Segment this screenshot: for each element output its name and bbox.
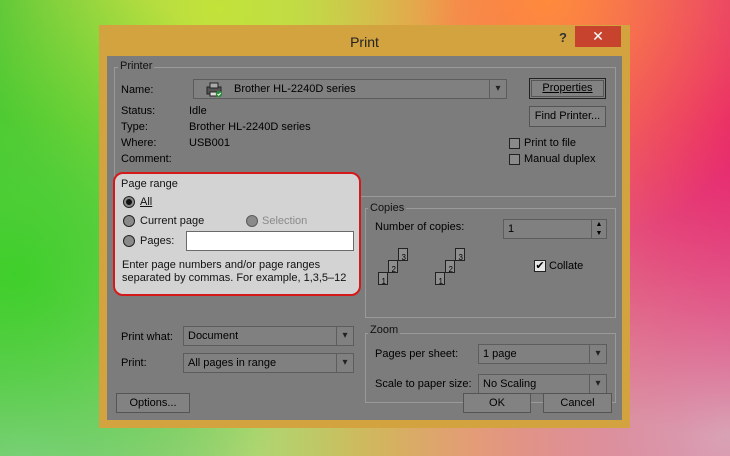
status-label: Status: bbox=[121, 105, 156, 117]
chevron-down-icon[interactable]: ▾ bbox=[589, 345, 606, 363]
collate-stack-icon: 3 2 1 bbox=[378, 248, 418, 304]
pages-per-sheet-value: 1 page bbox=[483, 348, 517, 360]
page-3-icon: 3 bbox=[398, 248, 408, 262]
close-button[interactable]: ✕ bbox=[575, 26, 621, 47]
page-1-icon: 1 bbox=[435, 272, 445, 286]
chevron-down-icon[interactable]: ▾ bbox=[489, 80, 506, 98]
radio-all[interactable] bbox=[123, 196, 135, 208]
collate-label[interactable]: Collate bbox=[549, 260, 583, 272]
pages-per-sheet-select[interactable]: 1 page ▾ bbox=[478, 344, 607, 364]
options-button[interactable]: Options... bbox=[116, 393, 190, 413]
page-3-icon: 3 bbox=[455, 248, 465, 262]
print-value: All pages in range bbox=[188, 357, 277, 369]
radio-all-label[interactable]: All bbox=[140, 196, 152, 208]
type-label: Type: bbox=[121, 121, 148, 133]
number-of-copies-label: Number of copies: bbox=[375, 221, 465, 233]
where-value: USB001 bbox=[189, 137, 230, 149]
radio-pages[interactable] bbox=[123, 235, 135, 247]
scale-value: No Scaling bbox=[483, 378, 537, 390]
radio-selection bbox=[246, 215, 258, 227]
manual-duplex-label[interactable]: Manual duplex bbox=[524, 153, 596, 165]
name-label: Name: bbox=[121, 84, 154, 96]
title-bar[interactable]: Print ? ✕ bbox=[99, 25, 630, 56]
printer-group-label: Printer bbox=[118, 60, 155, 72]
chevron-down-icon[interactable]: ▾ bbox=[336, 327, 353, 345]
page-range-group: Page range All Current page Selection Pa… bbox=[113, 172, 361, 296]
chevron-down-icon[interactable]: ▾ bbox=[589, 375, 606, 393]
page-1-icon: 1 bbox=[378, 272, 388, 286]
copies-value: 1 bbox=[508, 223, 515, 235]
page-2-icon: 2 bbox=[445, 260, 455, 274]
type-value: Brother HL-2240D series bbox=[189, 121, 311, 133]
print-to-file-checkbox[interactable] bbox=[509, 138, 520, 149]
print-to-file-label[interactable]: Print to file bbox=[524, 137, 576, 149]
page-range-label: Page range bbox=[121, 178, 178, 190]
print-label: Print: bbox=[121, 357, 147, 369]
pages-input[interactable] bbox=[186, 231, 354, 251]
radio-selection-label: Selection bbox=[262, 215, 308, 227]
scale-select[interactable]: No Scaling ▾ bbox=[478, 374, 607, 394]
print-what-value: Document bbox=[188, 330, 239, 342]
page-range-hint: Enter page numbers and/or page ranges se… bbox=[122, 259, 347, 284]
collate-checkbox[interactable]: ✔ bbox=[534, 260, 546, 272]
scale-label: Scale to paper size: bbox=[375, 378, 472, 390]
copies-group-label: Copies bbox=[368, 202, 407, 214]
comment-label: Comment: bbox=[121, 153, 172, 165]
manual-duplex-checkbox[interactable] bbox=[509, 154, 520, 165]
printer-icon bbox=[205, 82, 223, 101]
radio-current-page-label[interactable]: Current page bbox=[140, 215, 204, 227]
help-button[interactable]: ? bbox=[559, 30, 567, 45]
printer-name-select[interactable]: Brother HL-2240D series ▾ bbox=[193, 79, 507, 99]
print-what-select[interactable]: Document ▾ bbox=[183, 326, 354, 346]
where-label: Where: bbox=[121, 137, 157, 149]
ok-button[interactable]: OK bbox=[463, 393, 531, 413]
status-value: Idle bbox=[189, 105, 207, 117]
chevron-down-icon[interactable]: ▾ bbox=[336, 354, 353, 372]
spinner-arrows-icon[interactable]: ▲ ▼ bbox=[591, 220, 606, 238]
properties-button[interactable]: Properties bbox=[529, 78, 606, 99]
printer-name-value: Brother HL-2240D series bbox=[234, 83, 356, 95]
copies-spinner[interactable]: 1 ▲ ▼ bbox=[503, 219, 607, 239]
dialog-title: Print bbox=[350, 34, 379, 50]
print-what-label: Print what: bbox=[121, 331, 173, 343]
zoom-group-label: Zoom bbox=[368, 324, 401, 336]
cancel-button[interactable]: Cancel bbox=[543, 393, 612, 413]
pages-per-sheet-label: Pages per sheet: bbox=[375, 348, 459, 360]
radio-current-page[interactable] bbox=[123, 215, 135, 227]
page-2-icon: 2 bbox=[388, 260, 398, 274]
radio-pages-label[interactable]: Pages: bbox=[140, 235, 174, 247]
print-select[interactable]: All pages in range ▾ bbox=[183, 353, 354, 373]
find-printer-button[interactable]: Find Printer... bbox=[529, 106, 606, 127]
collate-stack-icon-2: 3 2 1 bbox=[435, 248, 475, 304]
